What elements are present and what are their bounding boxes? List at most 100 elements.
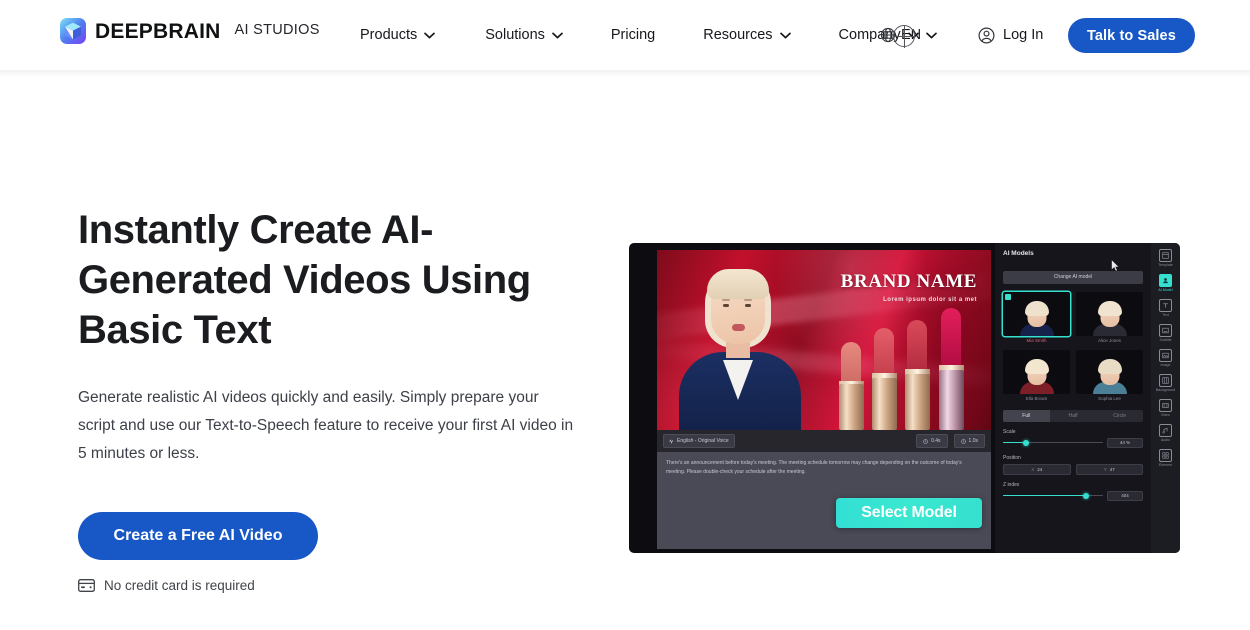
- page-title: Instantly Create AI-Generated Videos Usi…: [78, 208, 531, 352]
- model-thumbnail: [1076, 291, 1143, 336]
- voice-chip-label: English - Original Voice: [677, 438, 729, 444]
- position-y-field[interactable]: Y 47: [1075, 463, 1143, 475]
- brand-name-heading: BRAND NAME: [840, 271, 977, 292]
- chevron-down-icon: [779, 32, 791, 38]
- chevron-down-icon: [424, 32, 436, 38]
- model-name: Mia Smith: [1026, 337, 1047, 343]
- tab-circle[interactable]: Circle: [1096, 410, 1143, 422]
- chevron-down-icon: [926, 32, 938, 38]
- model-card[interactable]: Mia Smith: [1003, 291, 1070, 343]
- scale-label: Scale: [1003, 428, 1016, 435]
- model-thumbnail: [1003, 291, 1070, 336]
- rail-item-subtitle[interactable]: Subtitle: [1152, 324, 1179, 342]
- talk-to-sales-button[interactable]: Talk to Sales: [1068, 18, 1195, 53]
- tool-rail: Template AI Model Text Subtitle Image Ba…: [1151, 243, 1180, 553]
- user-circle-icon: [978, 26, 995, 44]
- lipstick-item: [939, 306, 964, 430]
- model-name: Sophia Lee: [1098, 395, 1121, 401]
- scale-slider[interactable]: [1003, 439, 1103, 447]
- rail-item-video[interactable]: Video: [1152, 399, 1179, 417]
- position-label: Position: [1003, 454, 1021, 461]
- avatar-hair-top: [707, 269, 769, 299]
- nav-item-pricing[interactable]: Pricing: [611, 27, 655, 43]
- clip-duration-pill[interactable]: 1.0s: [953, 434, 985, 448]
- clock-icon: [923, 438, 928, 444]
- wave-icon: [669, 438, 674, 444]
- pill-label: 1.0s: [968, 438, 978, 444]
- create-free-ai-video-button[interactable]: Create a Free AI Video: [78, 512, 318, 560]
- position-control: Position X 24 Y 47: [1003, 455, 1143, 475]
- pill-label: 0.4s: [931, 438, 941, 444]
- brand-logo[interactable]: DEEPBRAIN AI STUDIOS: [60, 18, 320, 44]
- model-thumbnail: [1076, 349, 1143, 394]
- audio-icon: [1159, 424, 1172, 437]
- timing-controls: 0.4s 1.0s: [916, 434, 991, 448]
- avatar-mouth: [732, 324, 745, 331]
- mouse-cursor-ring: [893, 25, 916, 48]
- model-card[interactable]: Sophia Lee: [1076, 349, 1143, 401]
- rail-item-template[interactable]: Template: [1152, 249, 1179, 267]
- lipstick-product-group: [839, 308, 987, 430]
- zindex-slider[interactable]: [1003, 492, 1103, 500]
- rail-item-ai-model[interactable]: AI Model: [1152, 274, 1179, 292]
- crop-mode-tabs: Full Half Circle: [1003, 409, 1143, 422]
- lipstick-item: [872, 326, 897, 430]
- brand-subtitle: AI STUDIOS: [234, 22, 320, 39]
- scale-value[interactable]: 44 %: [1107, 437, 1143, 448]
- change-ai-model-button[interactable]: Change AI model: [1003, 270, 1143, 284]
- nav-label: Pricing: [610, 27, 656, 43]
- hero-subtitle: Generate realistic AI videos quickly and…: [78, 389, 574, 462]
- nav-item-resources[interactable]: Resources: [703, 27, 791, 43]
- nav-item-products[interactable]: Products: [360, 27, 436, 43]
- tab-half[interactable]: Half: [1050, 410, 1097, 422]
- rail-label: AI Model: [1158, 288, 1173, 292]
- app-mouse-pointer-icon: [1111, 259, 1120, 272]
- model-card[interactable]: Ella Brown: [1003, 349, 1070, 401]
- primary-nav: Products Solutions Pricing Resources Com…: [360, 0, 919, 70]
- rail-label: Template: [1158, 263, 1173, 267]
- canvas-text-overlay[interactable]: BRAND NAME Lorem ipsum dolor sit a met: [841, 272, 977, 303]
- avatar-icon: [1159, 274, 1172, 287]
- video-icon: [1159, 399, 1172, 412]
- lipstick-item: [905, 318, 930, 430]
- rail-item-image[interactable]: Image: [1152, 349, 1179, 367]
- lipstick-item: [839, 338, 864, 430]
- tab-full[interactable]: Full: [1003, 409, 1050, 422]
- login-button[interactable]: Log In: [978, 0, 1043, 70]
- video-canvas[interactable]: BRAND NAME Lorem ipsum dolor sit a met: [657, 250, 991, 430]
- nav-item-solutions[interactable]: Solutions: [485, 27, 563, 43]
- product-preview-mockup: BRAND NAME Lorem ipsum dolor sit a met E…: [629, 243, 1180, 553]
- cube-logo-icon: [60, 18, 86, 44]
- rail-item-audio[interactable]: Audio: [1152, 424, 1179, 442]
- model-grid: Mia Smith Alice Jones Ella Brown Sophia …: [1003, 291, 1143, 401]
- chevron-down-icon: [552, 32, 563, 38]
- zindex-label: Z index: [1003, 481, 1020, 488]
- zindex-value[interactable]: 404: [1107, 490, 1143, 501]
- avatar-collar: [723, 360, 753, 400]
- rail-label: Audio: [1160, 438, 1171, 442]
- position-x-field[interactable]: X 24: [1003, 463, 1071, 475]
- template-icon: [1159, 249, 1172, 262]
- brand-tagline: Lorem ipsum dolor sit a met: [883, 297, 977, 303]
- voice-language-chip[interactable]: English - Original Voice: [663, 434, 735, 448]
- position-x-value: 24: [1037, 466, 1043, 472]
- avatar-eye-left: [723, 304, 729, 307]
- rail-item-element[interactable]: Element: [1152, 449, 1179, 467]
- model-card[interactable]: Alice Jones: [1076, 291, 1143, 343]
- nav-label: Resources: [703, 27, 773, 43]
- model-name: Alice Jones: [1097, 337, 1121, 343]
- rail-label: Background: [1155, 388, 1176, 392]
- select-model-button[interactable]: Select Model: [836, 498, 982, 528]
- script-text: There's an announcement before today's m…: [666, 460, 962, 475]
- clock-icon: [960, 438, 966, 444]
- brand-name: DEEPBRAIN: [95, 19, 221, 43]
- model-thumbnail: [1003, 349, 1070, 394]
- login-label: Log In: [1003, 27, 1044, 43]
- ai-models-panel: AI Models Change AI model Mia Smith Alic: [995, 243, 1151, 553]
- subtitle-icon: [1159, 324, 1172, 337]
- rail-item-background[interactable]: Background: [1152, 374, 1179, 392]
- rail-label: Video: [1160, 413, 1171, 417]
- image-icon: [1159, 349, 1172, 362]
- rail-item-text[interactable]: Text: [1152, 299, 1179, 317]
- clip-delay-pill[interactable]: 0.4s: [916, 434, 948, 448]
